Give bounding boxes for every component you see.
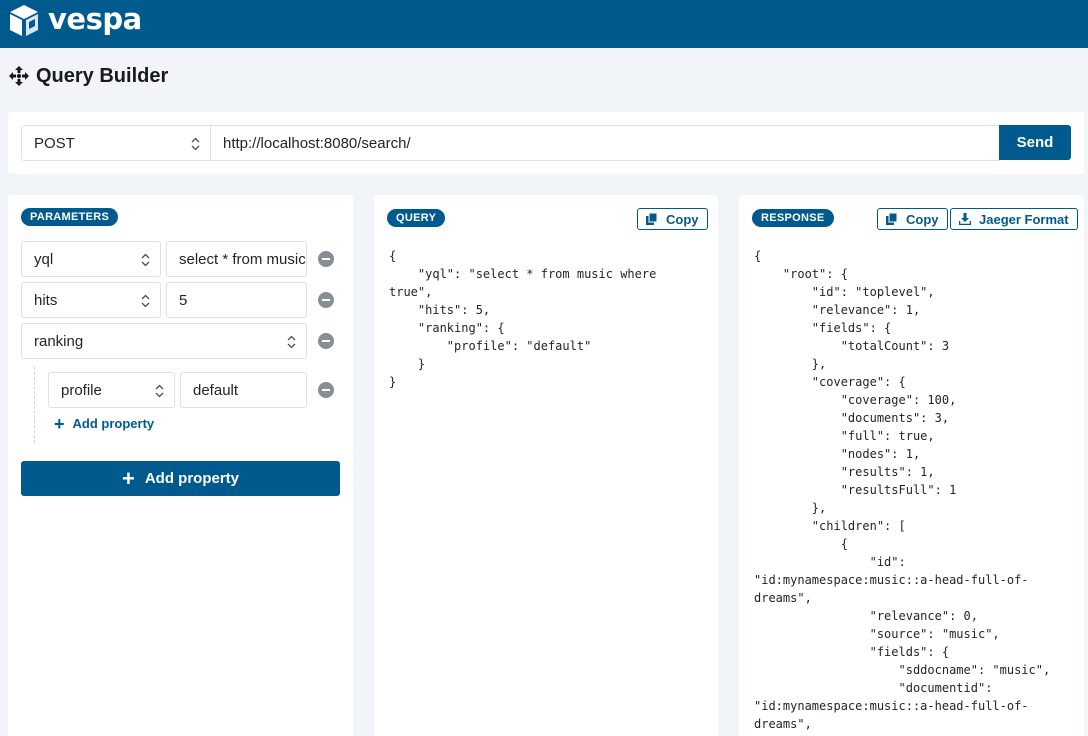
method-select[interactable]: POST bbox=[21, 125, 211, 161]
code-line: "source": "music", bbox=[754, 627, 1000, 641]
page-title: Query Builder bbox=[36, 64, 169, 87]
code-line: "yql": "select * from music where bbox=[389, 267, 657, 281]
param-key-select[interactable]: yql bbox=[21, 241, 161, 277]
copy-icon bbox=[886, 213, 898, 225]
minus-circle-icon[interactable] bbox=[318, 251, 334, 267]
param-key-select[interactable]: hits bbox=[21, 282, 161, 318]
query-copy-button[interactable]: Copy bbox=[637, 208, 708, 230]
code-line: { bbox=[754, 537, 848, 551]
code-line: dreams", bbox=[754, 591, 812, 605]
request-bar: POST http://localhost:8080/search/ Send bbox=[8, 112, 1084, 174]
code-line: } bbox=[389, 375, 397, 389]
url-input[interactable]: http://localhost:8080/search/ bbox=[210, 125, 1000, 161]
copy-icon bbox=[646, 213, 658, 225]
add-property-button[interactable]: + Add property bbox=[21, 461, 340, 496]
param-key-select[interactable]: ranking bbox=[21, 323, 307, 359]
code-line: "totalCount": 3 bbox=[754, 339, 950, 353]
code-line: } bbox=[389, 357, 426, 371]
top-bar: vespa bbox=[0, 0, 1088, 48]
query-json[interactable]: { "yql": "select * from music where true"… bbox=[389, 247, 656, 391]
minus-circle-icon[interactable] bbox=[318, 382, 334, 398]
url-value: http://localhost:8080/search/ bbox=[223, 135, 411, 152]
parameters-panel: PARAMETERS yql select * from music where… bbox=[8, 195, 353, 736]
code-line: { bbox=[389, 249, 397, 263]
code-line: dreams", bbox=[754, 717, 812, 731]
jaeger-format-label: Jaeger Format bbox=[979, 211, 1069, 227]
code-line: "id:mynamespace:music::a-head-full-of- bbox=[754, 573, 1029, 587]
code-line: "id": bbox=[754, 555, 906, 569]
jaeger-format-button[interactable]: Jaeger Format bbox=[950, 208, 1078, 230]
query-copy-label: Copy bbox=[666, 211, 699, 227]
code-line: "fields": { bbox=[754, 645, 950, 659]
code-line: "root": { bbox=[754, 267, 848, 281]
select-arrows-icon bbox=[141, 294, 150, 308]
response-json[interactable]: { "root": { "id": "toplevel", "relevance… bbox=[754, 247, 1050, 733]
code-line: "full": true, bbox=[754, 429, 935, 443]
param-key: hits bbox=[34, 292, 58, 309]
send-button[interactable]: Send bbox=[999, 125, 1071, 160]
select-arrows-icon bbox=[287, 335, 296, 349]
code-line: "sddocname": "music", bbox=[754, 663, 1051, 677]
nested-value-input[interactable]: default bbox=[180, 372, 307, 408]
download-icon bbox=[959, 213, 971, 225]
response-badge: RESPONSE bbox=[752, 209, 834, 227]
param-value-input[interactable]: select * from music where true bbox=[166, 241, 307, 277]
query-panel: QUERY Copy { "yql": "select * from music… bbox=[374, 195, 718, 736]
response-panel: RESPONSE Copy Jaeger Format { "root": { … bbox=[739, 195, 1084, 736]
code-line: "nodes": 1, bbox=[754, 447, 921, 461]
minus-circle-icon[interactable] bbox=[318, 333, 334, 349]
param-key: yql bbox=[34, 251, 54, 268]
select-arrows-icon bbox=[191, 137, 200, 151]
code-line: "profile": "default" bbox=[389, 339, 592, 353]
add-property-label: Add property bbox=[144, 470, 240, 487]
add-nested-property-label: Add property bbox=[72, 416, 155, 431]
code-line: "hits": 5, bbox=[389, 303, 491, 317]
code-line: { bbox=[754, 249, 762, 263]
nested-indent-line bbox=[34, 367, 35, 443]
code-line: "fields": { bbox=[754, 321, 892, 335]
param-value-input[interactable]: 5 bbox=[166, 282, 307, 318]
query-badge: QUERY bbox=[387, 209, 446, 227]
plus-icon: + bbox=[121, 465, 135, 491]
method-value: POST bbox=[34, 135, 75, 152]
select-arrows-icon bbox=[141, 253, 150, 267]
code-line: }, bbox=[754, 501, 827, 515]
param-value: select * from music where true bbox=[179, 251, 306, 268]
code-line: "relevance": 0, bbox=[754, 609, 978, 623]
nested-value: default bbox=[193, 382, 239, 399]
param-value: 5 bbox=[179, 292, 188, 309]
nested-key: profile bbox=[61, 382, 102, 399]
response-copy-button[interactable]: Copy bbox=[877, 208, 948, 230]
code-line: "id:mynamespace:music::a-head-full-of- bbox=[754, 699, 1029, 713]
add-nested-property-button[interactable]: + Add property bbox=[54, 413, 155, 434]
code-line: "relevance": 1, bbox=[754, 303, 921, 317]
plus-icon: + bbox=[54, 413, 65, 434]
response-copy-label: Copy bbox=[906, 211, 939, 227]
vespa-cube-icon[interactable] bbox=[7, 3, 41, 39]
page-header: Query Builder bbox=[8, 63, 168, 89]
brand-name[interactable]: vespa bbox=[48, 2, 142, 36]
code-line: true", bbox=[389, 285, 433, 299]
move-arrows-icon bbox=[9, 66, 29, 86]
code-line: "resultsFull": 1 bbox=[754, 483, 957, 497]
code-line: "id": "toplevel", bbox=[754, 285, 935, 299]
code-line: "documentid": bbox=[754, 681, 993, 695]
code-line: "documents": 3, bbox=[754, 411, 950, 425]
code-line: "coverage": 100, bbox=[754, 393, 957, 407]
param-key: ranking bbox=[34, 333, 84, 350]
minus-circle-icon[interactable] bbox=[318, 292, 334, 308]
code-line: }, bbox=[754, 357, 827, 371]
nested-key-select[interactable]: profile bbox=[48, 372, 175, 408]
select-arrows-icon bbox=[155, 384, 164, 398]
parameters-badge: PARAMETERS bbox=[21, 208, 119, 226]
code-line: "results": 1, bbox=[754, 465, 935, 479]
code-line: "ranking": { bbox=[389, 321, 505, 335]
code-line: "children": [ bbox=[754, 519, 906, 533]
code-line: "coverage": { bbox=[754, 375, 906, 389]
